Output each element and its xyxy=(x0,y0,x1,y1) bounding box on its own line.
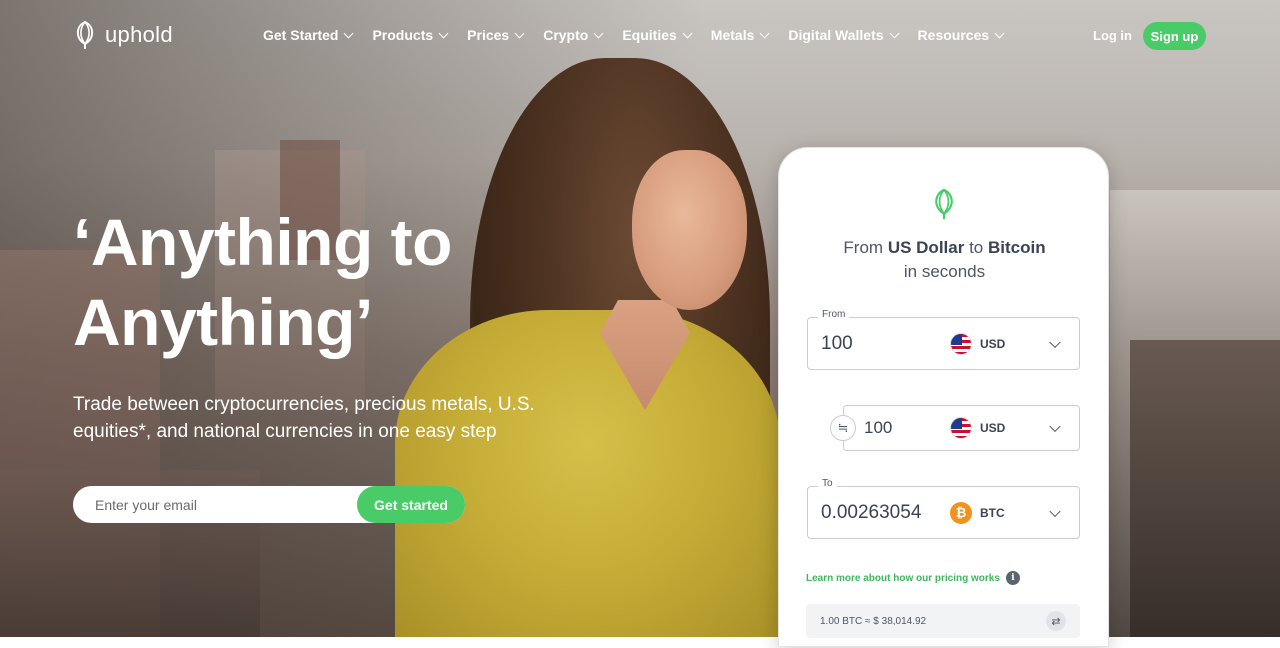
bitcoin-icon: ₿ xyxy=(950,501,972,524)
chevron-down-icon xyxy=(438,28,449,38)
hero-subtitle: Trade between cryptocurrencies, precious… xyxy=(73,394,535,442)
to-currency-code: BTC xyxy=(980,505,1005,520)
title-from-currency: US Dollar xyxy=(887,238,965,257)
from-field[interactable]: From 100 USD xyxy=(807,309,1080,370)
nav-item-digital-wallets[interactable]: Digital Wallets xyxy=(788,27,899,43)
to-field[interactable]: To 0.00263054 ₿ BTC xyxy=(807,478,1080,539)
from-currency-code: USD xyxy=(980,336,1006,351)
nav-item-label: Resources xyxy=(917,27,990,43)
nav-item-label: Products xyxy=(372,27,434,43)
from-currency-select[interactable]: USD xyxy=(950,318,1005,369)
pricing-info-link[interactable]: Learn more about how our pricing works i xyxy=(806,571,1020,585)
signup-button[interactable]: Sign up xyxy=(1143,22,1206,50)
intermediate-currency-code: USD xyxy=(980,421,1006,435)
uphold-logo-icon xyxy=(935,188,953,220)
chevron-down-icon xyxy=(759,28,770,38)
chevron-down-icon xyxy=(593,28,604,38)
exchange-rate-box: 1.00 BTC ≈ $ 38,014.92 ⇄ xyxy=(806,604,1080,638)
chevron-down-icon xyxy=(889,28,899,38)
swap-rate-icon[interactable]: ⇄ xyxy=(1046,611,1066,631)
title-text: From xyxy=(843,238,888,257)
to-amount[interactable]: 0.00263054 xyxy=(821,487,921,538)
brand-logo[interactable]: uphold xyxy=(73,20,173,50)
hero-photo-face xyxy=(632,150,747,310)
hero-headline: ‘Anything to Anything’ xyxy=(73,202,533,362)
pricing-info-text: Learn more about how our pricing works xyxy=(806,572,1000,584)
nav-item-label: Digital Wallets xyxy=(788,27,884,43)
title-text: to xyxy=(964,238,988,257)
uphold-logo-icon xyxy=(76,20,94,49)
nav-item-label: Crypto xyxy=(543,27,589,43)
nav-item-metals[interactable]: Metals xyxy=(710,27,770,43)
us-flag-icon xyxy=(950,332,972,355)
swap-icon[interactable]: ≒ xyxy=(830,415,856,441)
email-input[interactable] xyxy=(95,486,345,523)
exchange-rate-text: 1.00 BTC ≈ $ 38,014.92 xyxy=(820,615,927,627)
nav-item-crypto[interactable]: Crypto xyxy=(543,27,604,43)
nav-item-label: Get Started xyxy=(263,27,339,43)
intermediate-amount[interactable]: 100 xyxy=(864,406,892,450)
background-building xyxy=(1130,340,1280,643)
to-currency-select[interactable]: ₿ BTC xyxy=(950,487,1005,538)
top-nav: uphold Get Started Products Prices Crypt… xyxy=(0,0,1280,72)
info-icon[interactable]: i xyxy=(1005,571,1020,585)
login-link[interactable]: Log in xyxy=(1093,28,1132,43)
nav-item-equities[interactable]: Equities xyxy=(622,27,693,43)
nav-item-label: Prices xyxy=(467,27,510,43)
intermediate-field[interactable]: 100 USD xyxy=(843,405,1080,451)
nav-item-label: Metals xyxy=(710,27,755,43)
chevron-down-icon[interactable] xyxy=(1049,505,1061,517)
headline-line-1: ‘Anything to xyxy=(73,205,452,279)
get-started-button[interactable]: Get started xyxy=(357,486,465,523)
intermediate-currency-select[interactable]: USD xyxy=(950,406,1005,450)
nav-item-get-started[interactable]: Get Started xyxy=(263,27,354,43)
title-to-currency: Bitcoin xyxy=(987,238,1046,257)
nav-item-products[interactable]: Products xyxy=(372,27,449,43)
nav-item-prices[interactable]: Prices xyxy=(467,27,525,43)
chevron-down-icon xyxy=(682,28,693,38)
title-text: in seconds xyxy=(903,262,986,281)
chevron-down-icon[interactable] xyxy=(1049,336,1061,348)
brand-name: uphold xyxy=(105,22,173,47)
from-amount[interactable]: 100 xyxy=(821,318,853,369)
chevron-down-icon xyxy=(514,28,525,38)
chevron-down-icon[interactable] xyxy=(1049,420,1061,433)
main-menu: Get Started Products Prices Crypto Equit… xyxy=(263,27,1023,43)
widget-title: From US Dollar to Bitcoin in seconds xyxy=(779,236,1110,284)
nav-item-label: Equities xyxy=(622,27,677,43)
headline-line-2: Anything’ xyxy=(73,285,373,359)
nav-item-resources[interactable]: Resources xyxy=(917,27,1005,43)
us-flag-icon xyxy=(950,417,972,439)
chevron-down-icon xyxy=(344,28,354,38)
chevron-down-icon xyxy=(994,28,1005,38)
